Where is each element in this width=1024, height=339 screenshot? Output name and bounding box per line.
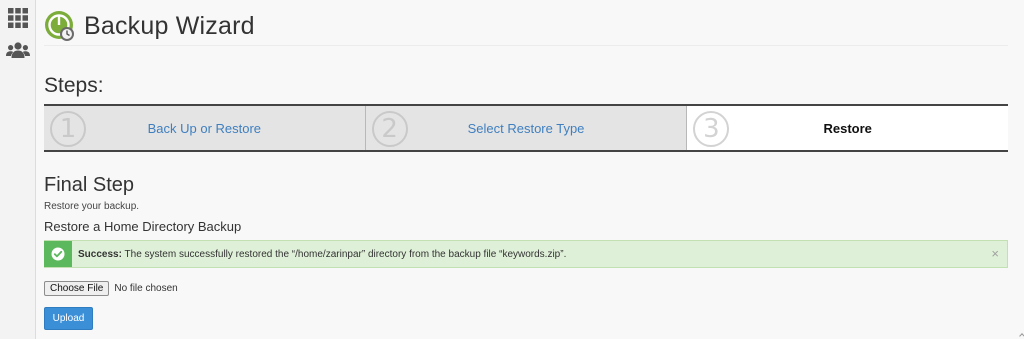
steps-heading: Steps:: [44, 74, 104, 97]
step-label: Restore: [823, 120, 872, 136]
step-select-restore-type[interactable]: 2 Select Restore Type: [365, 106, 688, 150]
step-number: 3: [693, 111, 730, 147]
upload-button[interactable]: Upload: [44, 307, 93, 330]
section-title: Restore a Home Directory Backup: [44, 219, 242, 234]
step-number: 1: [50, 111, 86, 147]
close-icon[interactable]: ×: [991, 247, 999, 261]
users-icon[interactable]: [6, 38, 30, 62]
step-label[interactable]: Select Restore Type: [468, 121, 585, 136]
step-restore: 3 Restore: [687, 106, 1009, 150]
step-back-up-or-restore[interactable]: 1 Back Up or Restore: [44, 106, 366, 150]
grid-icon[interactable]: [6, 6, 30, 30]
scroll-indicator-icon: [1019, 333, 1024, 339]
steps-bar: 1 Back Up or Restore 2 Select Restore Ty…: [44, 104, 1009, 152]
alert-message: Success: The system successfully restore…: [78, 249, 566, 260]
alert-label: Success:: [78, 248, 122, 260]
step-number: 2: [371, 111, 408, 147]
check-circle-icon: [44, 241, 72, 267]
backup-wizard-icon: [44, 10, 76, 42]
alert-body: The system successfully restored the “/h…: [121, 248, 567, 260]
page-title: Backup Wizard: [84, 12, 255, 40]
main-content: Backup Wizard Steps: 1 Back Up or Restor…: [44, 0, 1009, 339]
step-label[interactable]: Back Up or Restore: [148, 121, 261, 136]
choose-file-button[interactable]: Choose File: [44, 281, 110, 296]
file-input: Choose File No file chosen: [44, 281, 178, 296]
final-step-heading: Final Step: [44, 174, 135, 196]
page-header: Backup Wizard: [44, 8, 1008, 46]
file-status: No file chosen: [114, 283, 178, 294]
sidebar: [0, 0, 36, 339]
success-alert: Success: The system successfully restore…: [44, 240, 1008, 268]
restore-description: Restore your backup.: [44, 201, 140, 212]
